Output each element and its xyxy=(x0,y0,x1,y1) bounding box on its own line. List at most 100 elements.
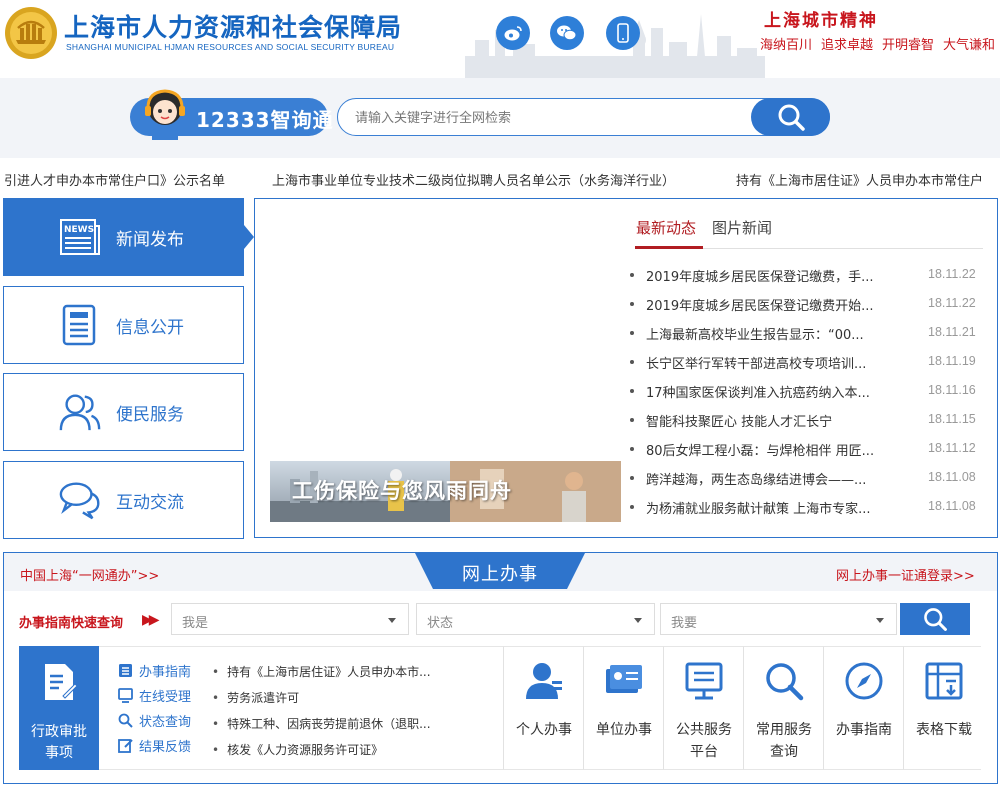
news-list-item[interactable]: 17种国家医保谈判准入抗癌药纳入本... 18.11.16 xyxy=(630,380,986,402)
marquee-item[interactable]: 持有《上海市居住证》人员申办本市常住户 xyxy=(736,170,983,189)
news-title[interactable]: 智能科技聚匠心 技能人才汇长宁 xyxy=(646,411,891,430)
news-icon: NEWS xyxy=(58,215,102,259)
emblem-logo-icon[interactable] xyxy=(4,6,58,60)
mobile-icon[interactable] xyxy=(606,16,640,50)
tile-label-line: 常用服务 xyxy=(756,722,812,738)
news-list-item[interactable]: 2019年度城乡居民医保登记缴费开始... 18.11.22 xyxy=(630,293,986,315)
tile-label-line: 办事指南 xyxy=(836,722,892,738)
news-title[interactable]: 17种国家医保谈判准入抗癌药纳入本... xyxy=(646,382,891,401)
search-icon xyxy=(118,713,133,728)
active-tab-underline xyxy=(635,246,703,249)
news-title[interactable]: 长宁区举行军转干部进高校专项培训... xyxy=(646,353,891,372)
news-list-item[interactable]: 上海最新高校毕业生报告显示：“00... 18.11.21 xyxy=(630,322,986,344)
bullet-dot-icon xyxy=(630,418,634,422)
news-list-item[interactable]: 2019年度城乡居民医保登记缴费，手... 18.11.22 xyxy=(630,264,986,286)
want-select[interactable]: 我要 xyxy=(660,603,897,635)
tab-latest-news[interactable]: 最新动态 xyxy=(636,217,696,238)
document-icon xyxy=(58,303,102,347)
approval-item[interactable]: 核发《人力资源服务许可证》 xyxy=(212,741,432,758)
id-card-icon xyxy=(606,665,642,693)
nav-item-label: 新闻发布 xyxy=(116,229,184,250)
select-value: 我是 xyxy=(182,616,209,631)
tab-photo-news[interactable]: 图片新闻 xyxy=(712,217,772,238)
wechat-icon[interactable] xyxy=(550,16,584,50)
caret-down-icon xyxy=(388,618,396,623)
news-list-item[interactable]: 为杨浦就业服务献计献策 上海市专家... 18.11.08 xyxy=(630,496,986,518)
news-title[interactable]: 80后女焊工程小磊：与焊枪相伴 用匠... xyxy=(646,440,891,459)
select-value: 状态 xyxy=(427,616,454,631)
chat-icon xyxy=(58,478,102,522)
search-icon xyxy=(778,104,805,131)
quick-query-button[interactable] xyxy=(900,603,970,635)
site-header: 上海市人力资源和社会保障局 SHANGHAI MUNICIPAL HJMAN R… xyxy=(0,0,1000,78)
admin-approval-label: 行政审批 事项 xyxy=(19,722,99,764)
news-list-item[interactable]: 80后女焊工程小磊：与焊枪相伴 用匠... 18.11.12 xyxy=(630,438,986,460)
org-name-en: SHANGHAI MUNICIPAL HJMAN RESOURCES AND S… xyxy=(66,42,395,52)
news-title[interactable]: 2019年度城乡居民医保登记缴费开始... xyxy=(646,295,891,314)
site-search-input[interactable] xyxy=(355,107,735,129)
compass-icon xyxy=(845,662,883,700)
tile-unit-affairs[interactable]: 单位办事 xyxy=(583,646,663,770)
person-icon xyxy=(526,663,562,699)
nav-item-public-service[interactable]: 便民服务 xyxy=(3,373,244,451)
news-photo-banner[interactable]: 工伤保险与您风雨同舟 xyxy=(270,461,621,522)
news-date: 18.11.08 xyxy=(928,499,976,513)
tile-label: 公共服务 平台 xyxy=(664,719,744,763)
tile-common-service-query[interactable]: 常用服务 查询 xyxy=(743,646,823,770)
quick-query-label: 办事指南快速查询 xyxy=(19,616,124,631)
monitor-icon xyxy=(118,687,133,703)
nav-item-label: 信息公开 xyxy=(116,317,184,338)
sub-link-guide[interactable]: 办事指南 xyxy=(118,660,191,680)
site-search-button[interactable] xyxy=(751,98,830,136)
bullet-dot-icon xyxy=(630,389,634,393)
tile-label: 表格下载 xyxy=(904,719,984,741)
status-select[interactable]: 状态 xyxy=(416,603,655,635)
who-select[interactable]: 我是 xyxy=(171,603,409,635)
list-icon xyxy=(118,663,133,678)
sub-link-label: 结果反馈 xyxy=(139,739,192,755)
nav-item-news[interactable]: NEWS 新闻发布 xyxy=(3,198,244,276)
approval-item[interactable]: 特殊工种、因病丧劳提前退休（退职... xyxy=(212,715,432,732)
tile-personal-affairs[interactable]: 个人办事 xyxy=(503,646,583,770)
bullet-dot-icon xyxy=(630,331,634,335)
news-list-item[interactable]: 跨洋越海，两生态岛缘结进博会——... 18.11.08 xyxy=(630,467,986,489)
weibo-icon[interactable] xyxy=(496,16,530,50)
cert-login-link[interactable]: 网上办事一证通登录>> xyxy=(836,565,975,584)
tile-public-service-platform[interactable]: 公共服务 平台 xyxy=(663,646,743,770)
caret-down-icon xyxy=(876,618,884,623)
monitor-icon xyxy=(685,662,723,700)
news-title[interactable]: 跨洋越海，两生态岛缘结进博会——... xyxy=(646,469,891,488)
double-arrow-icon: ▶▶ xyxy=(142,612,159,628)
news-title[interactable]: 2019年度城乡居民医保登记缴费，手... xyxy=(646,266,891,285)
news-title[interactable]: 上海最新高校毕业生报告显示：“00... xyxy=(646,324,891,343)
tile-service-guide[interactable]: 办事指南 xyxy=(823,646,903,770)
nav-item-info-disclosure[interactable]: 信息公开 xyxy=(3,286,244,364)
approval-item[interactable]: 劳务派遣许可 xyxy=(212,689,432,706)
news-date: 18.11.22 xyxy=(928,267,976,281)
marquee-item[interactable]: 引进人才申办本市常住户口》公示名单 xyxy=(4,170,225,189)
marquee-item[interactable]: 上海市事业单位专业技术二级岗位拟聘人员名单公示（水务海洋行业） xyxy=(272,170,675,189)
nav-item-interaction[interactable]: 互动交流 xyxy=(3,461,244,539)
sub-link-status-query[interactable]: 状态查询 xyxy=(118,710,191,730)
sub-link-online-accept[interactable]: 在线受理 xyxy=(118,685,191,705)
bullet-dot-icon xyxy=(630,302,634,306)
approval-document-icon xyxy=(45,664,77,700)
spirit-word: 追求卓越 xyxy=(821,38,874,53)
tile-label-line: 表格下载 xyxy=(916,722,972,738)
news-date: 18.11.21 xyxy=(928,325,976,339)
edit-icon xyxy=(118,738,133,753)
city-spirit-title: 上海城市精神 xyxy=(764,11,878,31)
news-title[interactable]: 为杨浦就业服务献计献策 上海市专家... xyxy=(646,498,891,517)
tile-label: 单位办事 xyxy=(584,719,664,741)
news-list-item[interactable]: 长宁区举行军转干部进高校专项培训... 18.11.19 xyxy=(630,351,986,373)
tile-form-download[interactable]: 表格下载 xyxy=(903,646,981,770)
approval-item[interactable]: 持有《上海市居住证》人员申办本市... xyxy=(212,663,432,680)
news-date: 18.11.15 xyxy=(928,412,976,426)
news-list-item[interactable]: 智能科技聚匠心 技能人才汇长宁 18.11.15 xyxy=(630,409,986,431)
admin-approval-tile[interactable]: 行政审批 事项 xyxy=(19,646,99,770)
sub-link-feedback[interactable]: 结果反馈 xyxy=(118,735,191,755)
approval-label-line: 行政审批 xyxy=(31,724,87,740)
announcement-marquee: 引进人才申办本市常住户口》公示名单 上海市事业单位专业技术二级岗位拟聘人员名单公… xyxy=(0,160,1000,196)
one-network-link[interactable]: 中国上海“一网通办”>> xyxy=(20,565,159,584)
select-value: 我要 xyxy=(671,616,698,631)
